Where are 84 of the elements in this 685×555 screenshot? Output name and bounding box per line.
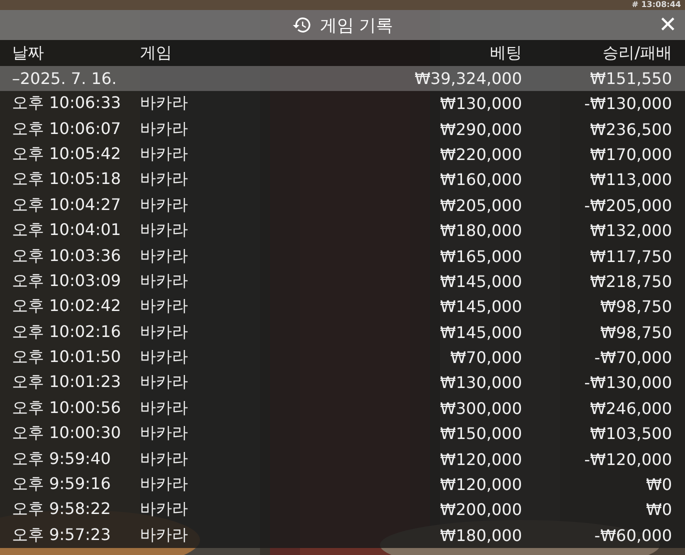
table-cell-text: 오후 10:04:27 [11, 194, 122, 216]
table-cell-text: 바카라 [140, 423, 189, 444]
table-cell-text: ₩170,000 [589, 144, 672, 164]
table-cell-text: ₩0 [645, 500, 672, 520]
table-cell-text: 오후 9:59:40 [11, 448, 112, 470]
history-icon [292, 15, 312, 35]
table-cell-text: 바카라 [140, 220, 189, 242]
table-cell-text: -₩130,000 [583, 373, 672, 392]
table-cell-text: ₩150,000 [439, 424, 522, 444]
table-cell-text: 바카라 [140, 144, 189, 165]
group-result-total: ₩151,550 [589, 69, 672, 88]
table-cell-text: ₩145,000 [439, 297, 522, 316]
table-cell-text: 오후 10:00:56 [11, 398, 122, 419]
table-cell-text: 오후 10:03:09 [11, 270, 122, 292]
table-cell-text: 오후 10:04:01 [11, 220, 122, 242]
table-cell-text: ₩120,000 [439, 475, 522, 494]
table-cell-text: ₩98,750 [599, 322, 672, 342]
table-cell-text: ₩145,000 [439, 272, 522, 291]
column-header: 승리/패배 [602, 42, 672, 64]
column-header: 게임 [140, 42, 173, 64]
table-cell-text: ₩180,000 [439, 221, 522, 240]
table-cell-text: ₩0 [645, 475, 672, 494]
table-cell-text: ₩117,750 [589, 246, 672, 266]
table-cell-text: 바카라 [140, 448, 189, 470]
window-title: 게임 기록 [320, 14, 394, 36]
table-cell-text: 오후 10:02:16 [11, 322, 122, 343]
column-header: 날짜 [11, 42, 45, 64]
table-cell-text: 바카라 [140, 270, 189, 292]
table-cell-text: ₩205,000 [439, 196, 522, 215]
table-cell-text: 바카라 [140, 474, 189, 496]
table-cell-text: ₩218,750 [589, 272, 672, 291]
table-cell-text: 오후 10:06:07 [11, 118, 122, 140]
table-cell-text: 오후 10:01:23 [11, 372, 122, 394]
table-cell-text: -₩60,000 [593, 526, 672, 545]
table-cell-text: 바카라 [140, 347, 189, 368]
table-cell-text: ₩290,000 [439, 120, 522, 139]
table-cell-text: 바카라 [140, 372, 189, 394]
table-cell-text: 바카라 [140, 194, 189, 216]
table-cell-text: 바카라 [140, 93, 189, 114]
table-cell-text: 바카라 [140, 296, 189, 318]
table-cell-text: ₩70,000 [449, 348, 522, 368]
table-cell-text: 오후 10:00:30 [11, 423, 122, 444]
table-cell-text: 바카라 [140, 398, 189, 419]
table-cell-text: 바카라 [140, 246, 189, 267]
table-cell-text: 바카라 [140, 118, 189, 140]
table-cell-text: ₩98,750 [599, 297, 672, 316]
table-cell-text: -₩70,000 [593, 348, 672, 368]
table-cell-text: ₩236,500 [589, 120, 672, 139]
table-cell-text: 오후 10:05:42 [11, 144, 122, 165]
clock-text: # 13:08:44 [632, 0, 681, 10]
date-group-row[interactable]: –2025. 7. 16. ₩39,324,000 ₩151,550 [0, 66, 685, 91]
table-cell-text: 바카라 [140, 322, 189, 343]
table-cell-text: ₩130,000 [439, 94, 522, 114]
close-button[interactable]: ✕ [656, 13, 679, 39]
table-cell-text: -₩130,000 [583, 94, 672, 114]
table-cell-text: 오후 9:59:16 [11, 474, 112, 496]
table-cell-text: ₩165,000 [439, 246, 522, 266]
table-cell-text: 오후 9:57:23 [11, 524, 112, 546]
table-cell-text: 바카라 [140, 169, 189, 190]
table-cell-text: 바카라 [140, 499, 189, 520]
table-cell-text: ₩300,000 [439, 398, 522, 418]
table-cell-text: 바카라 [140, 524, 189, 546]
table-cell-text: ₩103,500 [589, 424, 672, 444]
table-cell-text: -₩205,000 [583, 196, 672, 215]
table-cell-text: ₩130,000 [439, 373, 522, 392]
table-cell-text: ₩246,000 [589, 398, 672, 418]
table-cell-text: ₩120,000 [439, 450, 522, 469]
group-date: –2025. 7. 16. [11, 69, 118, 88]
table-cell-text: ₩113,000 [589, 170, 672, 190]
table-cell-text: 오후 10:06:33 [11, 93, 122, 114]
table-cell-text: 오후 10:01:50 [11, 347, 122, 368]
table-cell-text: ₩132,000 [589, 221, 672, 240]
table-cell-text: 오후 10:03:36 [11, 246, 122, 267]
table-cell-text: 오후 10:02:42 [11, 296, 122, 318]
table-cell-text: 오후 9:58:22 [11, 499, 112, 520]
table-cell-text: 오후 10:05:18 [11, 169, 122, 190]
table-cell-text: ₩200,000 [439, 500, 522, 520]
table-cell-text: ₩220,000 [439, 144, 522, 164]
table-cell-text: ₩160,000 [439, 170, 522, 190]
table-cell-text: -₩120,000 [583, 450, 672, 469]
table-cell-text: ₩180,000 [439, 526, 522, 545]
group-bet-total: ₩39,324,000 [414, 69, 522, 88]
table-cell-text: ₩145,000 [439, 322, 522, 342]
column-header: 베팅 [489, 42, 522, 64]
